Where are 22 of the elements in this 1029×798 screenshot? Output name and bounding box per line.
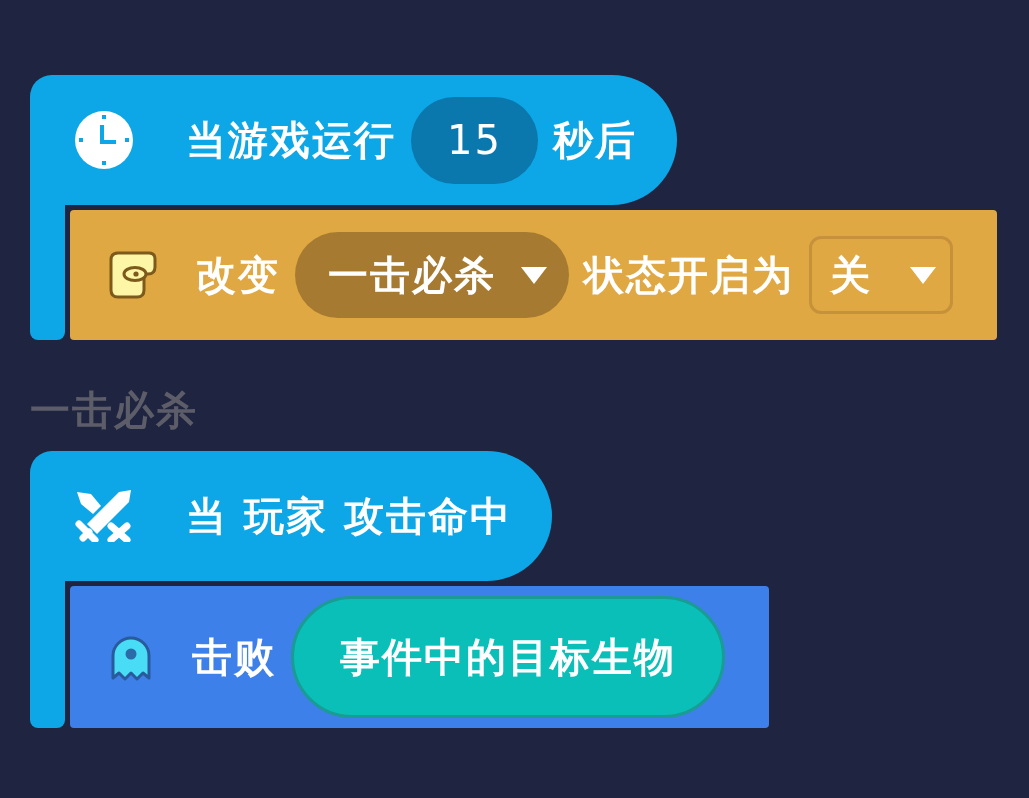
caret-icon [521,266,547,284]
action-block[interactable]: 改变 一击必杀 状态开启为 关 [70,210,997,340]
event-block-arm[interactable] [30,581,65,728]
dropdown[interactable]: 关 [809,236,953,314]
script-label: 一击必杀 [30,386,198,434]
block-label: 击败 [192,633,276,681]
number-field[interactable]: 15 [411,96,538,184]
event-block[interactable]: 当游戏运行 15 秒后 [30,75,677,205]
caret-icon [910,266,936,284]
event-block-arm[interactable] [30,205,65,340]
target-slot[interactable]: 事件中的目标生物 [291,596,725,718]
clock-icon [75,111,133,169]
block-label: 当 玩家 攻击命中 [186,492,512,540]
block-label: 当游戏运行 [186,116,396,164]
block-label: 改变 [196,251,280,299]
eye-card-icon [108,250,158,300]
action-block[interactable]: 击败 事件中的目标生物 [70,586,769,728]
dropdown[interactable]: 一击必杀 [295,232,569,318]
crossed-swords-icon [75,490,133,542]
block-label: 状态开启为 [584,251,794,299]
block-label: 秒后 [553,116,637,164]
event-block[interactable]: 当 玩家 攻击命中 [30,451,552,581]
